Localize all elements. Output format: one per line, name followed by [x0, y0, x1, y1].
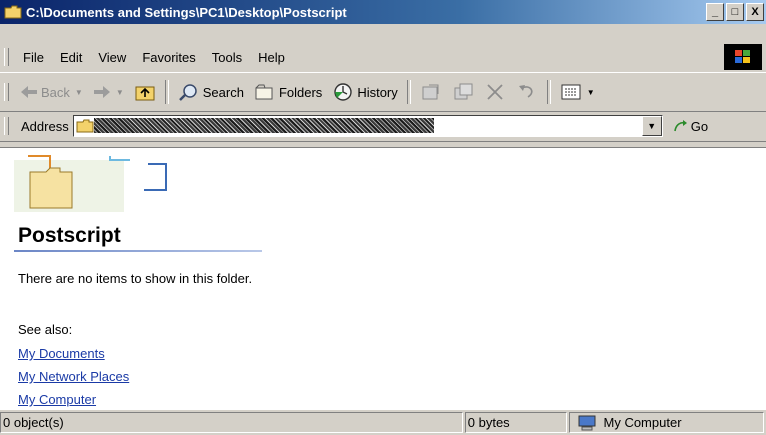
toolbar-separator: [164, 80, 169, 104]
address-dropdown-button[interactable]: ▼: [641, 116, 662, 136]
up-folder-button[interactable]: [129, 77, 161, 107]
views-button[interactable]: ▼: [555, 77, 600, 107]
history-label: History: [357, 84, 398, 100]
menu-favorites[interactable]: Favorites: [134, 50, 203, 65]
views-icon: [561, 84, 581, 100]
toolbar-grip[interactable]: [4, 83, 9, 101]
menu-file[interactable]: File: [15, 50, 52, 65]
history-icon: [334, 83, 353, 101]
folders-icon: [255, 84, 273, 100]
forward-arrow-icon: [93, 86, 110, 98]
address-input[interactable]: ▼: [72, 115, 663, 137]
address-redacted-text: [93, 118, 434, 133]
chevron-down-icon[interactable]: ▼: [587, 88, 595, 97]
menu-grip[interactable]: [4, 48, 9, 66]
title-bar[interactable]: C:\Documents and Settings\PC1\Desktop\Po…: [0, 0, 766, 24]
menu-help[interactable]: Help: [250, 50, 293, 65]
menu-edit[interactable]: Edit: [52, 50, 90, 65]
folders-button[interactable]: Folders: [249, 77, 327, 107]
folder-icon: [76, 119, 94, 133]
web-view-panel: Postscript There are no items to show in…: [0, 148, 262, 410]
title-divider: [14, 250, 262, 252]
copy-to-button[interactable]: [447, 77, 479, 107]
back-label: Back: [41, 84, 70, 100]
move-to-button[interactable]: [415, 77, 447, 107]
maximize-button[interactable]: □: [726, 3, 744, 21]
address-grip[interactable]: [4, 117, 9, 135]
delete-x-icon: [487, 84, 503, 100]
chevron-down-icon[interactable]: ▼: [116, 88, 124, 97]
go-button[interactable]: Go: [673, 118, 708, 134]
empty-folder-message: There are no items to show in this folde…: [18, 271, 253, 286]
delete-button[interactable]: [479, 77, 511, 107]
address-bar: Address ▼ Go: [0, 111, 766, 142]
standard-toolbar: Back ▼ ▼ Search Folders History ▼: [0, 72, 766, 112]
folder-title: Postscript: [18, 224, 121, 247]
up-folder-icon: [135, 86, 155, 101]
status-objects-text: 0 object(s): [3, 415, 64, 430]
status-object-count: 0 object(s): [0, 412, 463, 433]
folder-banner-graphic: [14, 155, 167, 212]
move-to-icon: [422, 84, 439, 100]
menu-tools[interactable]: Tools: [204, 50, 250, 65]
close-button[interactable]: X: [746, 3, 764, 21]
toolbar-separator: [546, 80, 551, 104]
back-button[interactable]: Back ▼: [15, 77, 88, 107]
go-label: Go: [690, 118, 709, 134]
search-icon: [178, 84, 197, 101]
status-zone: My Computer: [568, 412, 764, 433]
folder-content[interactable]: Postscript There are no items to show in…: [0, 147, 766, 410]
see-also-label: See also:: [18, 322, 73, 337]
window-title: C:\Documents and Settings\PC1\Desktop\Po…: [26, 4, 347, 20]
link-my-computer[interactable]: My Computer: [18, 392, 96, 407]
status-zone-text: My Computer: [603, 415, 682, 430]
search-button[interactable]: Search: [173, 77, 249, 107]
go-arrow-icon: [673, 120, 687, 132]
menu-view[interactable]: View: [90, 50, 134, 65]
undo-button[interactable]: [511, 77, 543, 107]
folders-label: Folders: [278, 84, 323, 100]
search-label: Search: [202, 84, 244, 100]
link-my-network-places[interactable]: My Network Places: [18, 369, 129, 384]
folder-icon: [4, 5, 22, 19]
copy-to-icon: [454, 83, 473, 100]
status-size-text: 0 bytes: [467, 415, 510, 430]
forward-button[interactable]: ▼: [88, 77, 129, 107]
link-my-documents[interactable]: My Documents: [18, 346, 105, 361]
toolbar-separator: [406, 80, 411, 104]
history-button[interactable]: History: [327, 77, 402, 107]
minimize-button[interactable]: _: [706, 3, 724, 21]
back-arrow-icon: [21, 86, 37, 98]
windows-logo-icon: [724, 44, 762, 70]
undo-icon: [518, 85, 533, 98]
my-computer-icon: [578, 415, 595, 430]
menu-bar: File Edit View Favorites Tools Help: [0, 45, 766, 69]
status-size: 0 bytes: [464, 412, 567, 433]
address-label: Address: [21, 118, 69, 134]
chevron-down-icon[interactable]: ▼: [75, 88, 83, 97]
status-bar: 0 object(s) 0 bytes My Computer: [0, 410, 766, 435]
windows-flag-icon: [735, 50, 750, 63]
